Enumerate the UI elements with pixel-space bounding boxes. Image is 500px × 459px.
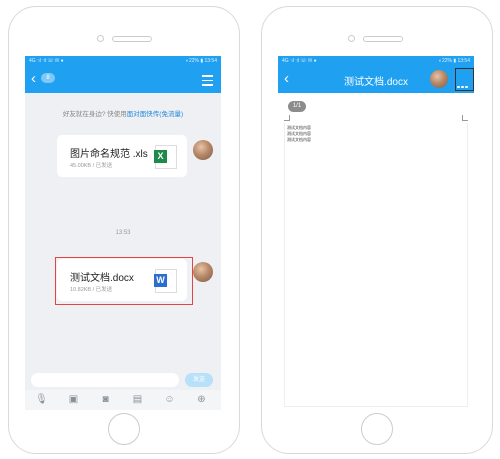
document-page <box>284 123 468 407</box>
home-button[interactable] <box>108 413 140 445</box>
earpiece-speaker <box>363 36 403 42</box>
file-meta: 45.00KB / 已发送 <box>70 163 113 169</box>
highlight-box <box>55 257 193 305</box>
avatar[interactable] <box>430 70 448 88</box>
unread-badge: 8 <box>41 73 55 83</box>
crop-mark <box>284 115 290 121</box>
front-camera <box>348 35 355 42</box>
back-arrow-icon[interactable]: ‹ <box>31 70 36 88</box>
nearby-hint: 好友就在身边? 快使用面对面快传(免流量) <box>33 108 213 118</box>
folder-icon[interactable]: ▤ <box>131 393 144 406</box>
chat-screen: 4G ᐧıl ᐧıl ☏ ✉ ● ◐22% ▮ 13:54 ‹ 8 好友就在身边… <box>25 56 221 410</box>
hint-text: 好友就在身边? 快使用 <box>62 111 127 118</box>
status-battery-time: ◐22% ▮ 13:54 <box>438 58 470 64</box>
message-input[interactable] <box>31 373 179 387</box>
page-indicator: 1/1 <box>288 101 306 112</box>
phone-frame-left: 4G ᐧıl ᐧıl ☏ ✉ ● ◐22% ▮ 13:54 ‹ 8 好友就在身边… <box>8 6 240 454</box>
chat-area: 好友就在身边? 快使用面对面快传(免流量) 图片命名规范 .xls 45.00K… <box>25 93 221 370</box>
emoji-icon[interactable]: ☺ <box>163 393 176 406</box>
document-viewer-screen: 4G ᐧıl ᐧıl ☏ ✉ ● ◐22% ▮ 13:54 ‹ 测试文档.doc… <box>278 56 474 410</box>
excel-icon: X <box>154 145 177 169</box>
image-icon[interactable]: ▣ <box>67 393 80 406</box>
doc-line: 测试文档内容 <box>287 137 311 142</box>
front-camera <box>97 35 104 42</box>
plus-icon[interactable]: ⊕ <box>195 393 208 406</box>
camera-icon[interactable]: ◙ <box>99 393 112 406</box>
home-button[interactable] <box>361 413 393 445</box>
menu-icon[interactable] <box>202 75 213 89</box>
crop-mark <box>462 115 468 121</box>
file-card-xls[interactable]: 图片命名规范 .xls 45.00KB / 已发送 X <box>57 135 187 177</box>
message-timestamp: 13:53 <box>115 230 131 236</box>
phone-frame-right: 4G ᐧıl ᐧıl ☏ ✉ ● ◐22% ▮ 13:54 ‹ 测试文档.doc… <box>261 6 493 454</box>
document-content: 1/1 测试文档内容 测试文档内容 测试文档内容 <box>278 93 474 410</box>
send-button[interactable]: 发送 <box>185 373 213 387</box>
face-to-face-link[interactable]: 面对面快传(免流量) <box>127 111 183 118</box>
file-name: 图片命名规范 .xls <box>70 149 148 160</box>
highlight-box <box>455 68 474 91</box>
earpiece-speaker <box>112 36 152 42</box>
status-battery-time: ◐22% ▮ 13:54 <box>185 58 217 64</box>
excel-letter: X <box>154 150 167 163</box>
avatar[interactable] <box>193 262 213 282</box>
mic-icon[interactable]: 🎙 <box>35 393 48 406</box>
chat-titlebar: ‹ 8 <box>25 67 221 93</box>
chat-toolbar: 🎙 ▣ ◙ ▤ ☺ ⊕ <box>25 390 221 410</box>
status-bar: 4G ᐧıl ᐧıl ☏ ✉ ● ◐22% ▮ 13:54 <box>25 56 221 67</box>
status-signal: 4G ᐧıl ᐧıl ☏ ✉ ● <box>29 58 64 64</box>
status-signal: 4G ᐧıl ᐧıl ☏ ✉ ● <box>282 58 317 64</box>
avatar[interactable] <box>193 140 213 160</box>
status-bar: 4G ᐧıl ᐧıl ☏ ✉ ● ◐22% ▮ 13:54 <box>278 56 474 67</box>
viewer-titlebar: ‹ 测试文档.docx <box>278 67 474 93</box>
input-bar: 发送 <box>25 370 221 390</box>
